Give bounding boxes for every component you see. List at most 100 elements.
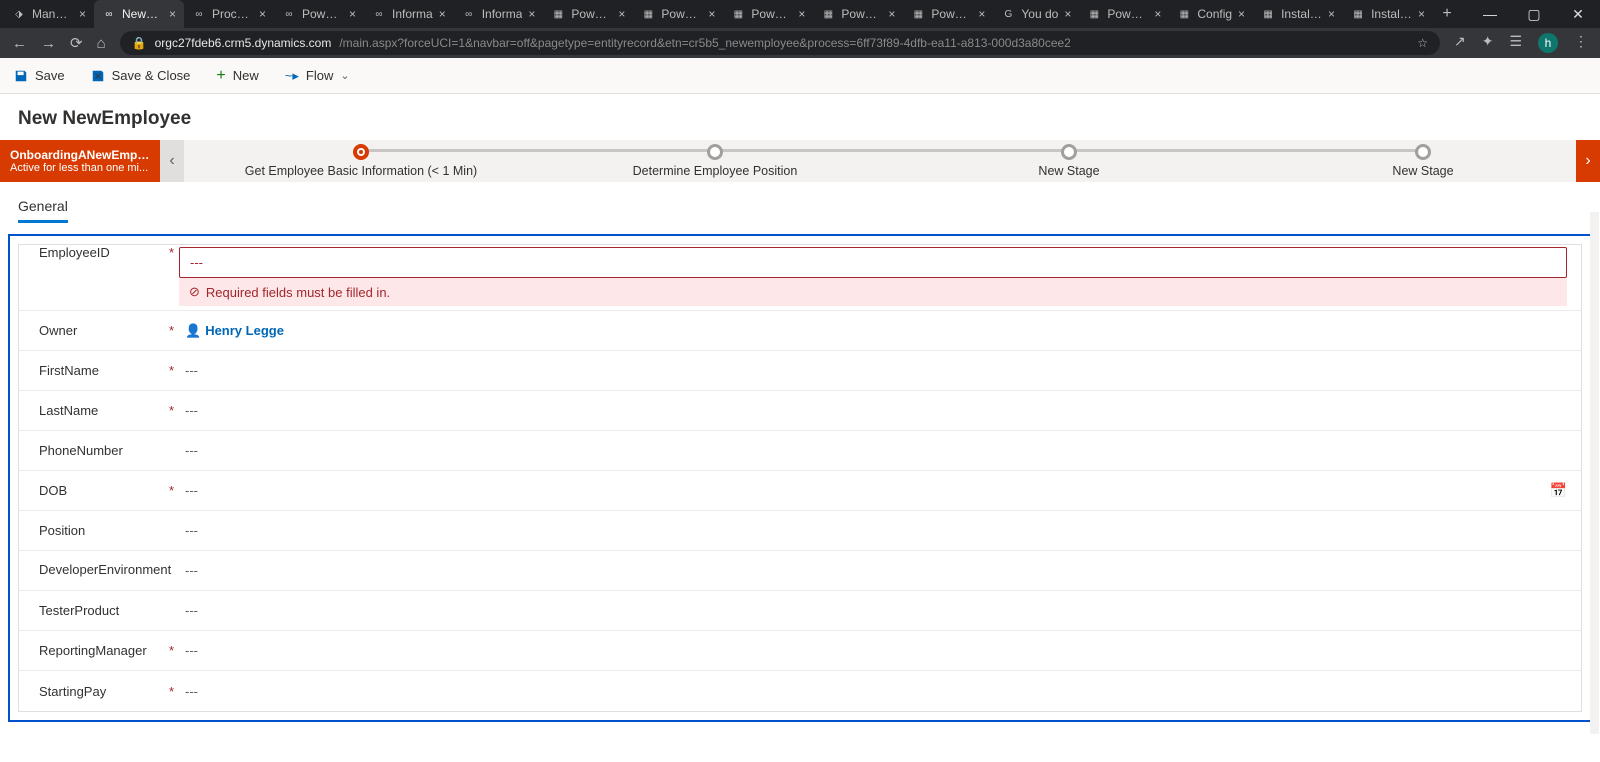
dev-env-input[interactable]: ---: [179, 563, 1567, 578]
bpf-stage-dot-icon: [1415, 144, 1431, 160]
nav-forward-icon[interactable]: →: [41, 35, 56, 52]
tab-label: Power A: [302, 7, 343, 21]
extensions-icon[interactable]: ✦: [1482, 33, 1494, 53]
owner-field[interactable]: 👤Henry Legge: [179, 323, 1567, 339]
browser-tab[interactable]: ▦Install a×: [1343, 0, 1433, 28]
nav-reload-icon[interactable]: ⟳: [70, 34, 83, 52]
browser-tab[interactable]: ⬗Manage×: [4, 0, 94, 28]
first-name-input[interactable]: ---: [179, 363, 1567, 378]
tab-label: NewEm: [122, 7, 163, 21]
bpf-stage[interactable]: New Stage: [1246, 144, 1600, 178]
employee-id-input[interactable]: ---: [179, 247, 1567, 278]
field-error-message: ⊘ Required fields must be filled in.: [179, 278, 1567, 306]
favicon-icon: G: [1001, 7, 1015, 21]
tab-label: Power F: [751, 7, 792, 21]
browser-tab[interactable]: ▦Install a×: [1253, 0, 1343, 28]
phone-input[interactable]: ---: [179, 443, 1567, 458]
browser-tab[interactable]: ▦Power F×: [723, 0, 813, 28]
favicon-icon: ▦: [1177, 7, 1191, 21]
close-icon[interactable]: ×: [618, 7, 625, 21]
close-icon[interactable]: ×: [798, 7, 805, 21]
save-close-icon: [91, 69, 105, 83]
close-icon[interactable]: ×: [79, 7, 86, 21]
favicon-icon: ∞: [192, 7, 206, 21]
browser-tab[interactable]: ▦Config×: [1169, 0, 1253, 28]
tab-label: Manage: [32, 7, 73, 21]
url-path: /main.aspx?forceUCI=1&navbar=off&pagetyp…: [339, 36, 1071, 50]
close-icon[interactable]: ×: [259, 7, 266, 21]
browser-tab[interactable]: ∞Process×: [184, 0, 274, 28]
new-tab-button[interactable]: +: [1433, 0, 1461, 28]
browser-tab[interactable]: ∞NewEm×: [94, 0, 184, 28]
close-icon[interactable]: ×: [1418, 7, 1425, 21]
tester-label: TesterProduct: [39, 603, 169, 618]
chevron-down-icon: ⌄: [340, 69, 349, 82]
required-indicator: *: [169, 684, 179, 699]
bpf-stage-label: New Stage: [1038, 164, 1099, 178]
tab-label: Power F: [571, 7, 612, 21]
manager-input[interactable]: ---: [179, 643, 1567, 658]
window-minimize-button[interactable]: —: [1468, 0, 1512, 28]
new-button[interactable]: + New: [216, 67, 258, 85]
close-icon[interactable]: ×: [528, 7, 535, 21]
favicon-icon: ∞: [282, 7, 296, 21]
scrollbar-track[interactable]: [1590, 212, 1599, 734]
bpf-process-label[interactable]: OnboardingANewEmplo... Active for less t…: [0, 140, 160, 182]
position-input[interactable]: ---: [179, 523, 1567, 538]
close-icon[interactable]: ×: [1328, 7, 1335, 21]
bpf-stage-dot-icon: [353, 144, 369, 160]
nav-home-icon[interactable]: ⌂: [97, 35, 106, 52]
bpf-stage-label: Determine Employee Position: [633, 164, 798, 178]
address-bar[interactable]: 🔒 orgc27fdeb6.crm5.dynamics.com/main.asp…: [120, 31, 1440, 55]
last-name-input[interactable]: ---: [179, 403, 1567, 418]
favicon-icon: ▦: [641, 7, 655, 21]
tab-label: Power F: [841, 7, 882, 21]
business-process-flow: OnboardingANewEmplo... Active for less t…: [0, 140, 1600, 182]
browser-tab[interactable]: ∞ Power A ×: [274, 0, 364, 28]
profile-avatar[interactable]: h: [1538, 33, 1558, 53]
bpf-stage[interactable]: Get Employee Basic Information (< 1 Min): [184, 144, 538, 178]
share-icon[interactable]: ↗: [1454, 33, 1466, 53]
browser-tab[interactable]: ∞Informa×: [364, 0, 454, 28]
dob-input[interactable]: ---: [179, 483, 1550, 498]
bpf-process-name: OnboardingANewEmplo...: [10, 148, 150, 162]
save-button[interactable]: Save: [14, 68, 65, 83]
owner-link[interactable]: Henry Legge: [205, 323, 284, 338]
window-maximize-button[interactable]: ▢: [1512, 0, 1556, 28]
pay-input[interactable]: ---: [179, 684, 1567, 699]
close-icon[interactable]: ×: [169, 7, 176, 21]
browser-tab[interactable]: ▦Power F×: [633, 0, 723, 28]
window-close-button[interactable]: ✕: [1556, 0, 1600, 28]
required-indicator: *: [169, 643, 179, 658]
nav-back-icon[interactable]: ←: [12, 35, 27, 52]
tester-input[interactable]: ---: [179, 603, 1567, 618]
tab-label: Power F: [1107, 7, 1148, 21]
star-icon[interactable]: ☆: [1417, 36, 1428, 50]
close-icon[interactable]: ×: [1064, 7, 1071, 21]
flow-button[interactable]: ~▸ Flow ⌄: [285, 68, 350, 84]
bpf-prev-button[interactable]: ‹: [160, 140, 184, 182]
favicon-icon: ▦: [1261, 7, 1275, 21]
browser-tab[interactable]: GYou do×: [993, 0, 1079, 28]
bpf-stage[interactable]: New Stage: [892, 144, 1246, 178]
calendar-icon[interactable]: 📅: [1550, 482, 1567, 499]
browser-tab[interactable]: ▦Power F×: [543, 0, 633, 28]
close-icon[interactable]: ×: [349, 7, 356, 21]
browser-tab[interactable]: ▦Power F×: [903, 0, 993, 28]
browser-tab[interactable]: ▦Power F×: [813, 0, 903, 28]
close-icon[interactable]: ×: [978, 7, 985, 21]
reading-list-icon[interactable]: ☰: [1509, 33, 1522, 53]
owner-label: Owner: [39, 323, 169, 338]
bpf-stage[interactable]: Determine Employee Position: [538, 144, 892, 178]
browser-tab[interactable]: ∞Informa×: [454, 0, 544, 28]
close-icon[interactable]: ×: [708, 7, 715, 21]
save-close-button[interactable]: Save & Close: [91, 68, 191, 83]
browser-tab[interactable]: ▦Power F×: [1079, 0, 1169, 28]
required-indicator: *: [169, 363, 179, 378]
tab-general[interactable]: General: [18, 198, 68, 223]
close-icon[interactable]: ×: [1154, 7, 1161, 21]
close-icon[interactable]: ×: [888, 7, 895, 21]
menu-icon[interactable]: ⋮: [1574, 33, 1588, 53]
close-icon[interactable]: ×: [1238, 7, 1245, 21]
close-icon[interactable]: ×: [439, 7, 446, 21]
